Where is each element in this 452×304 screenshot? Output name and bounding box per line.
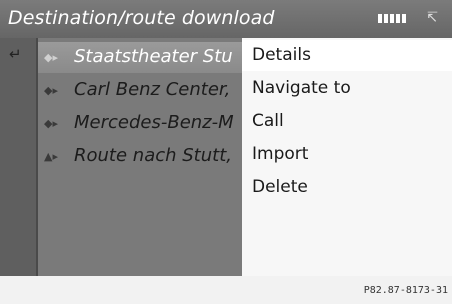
destination-icon: ◆▸	[44, 84, 58, 97]
list-item-label: Staatstheater Stu	[74, 46, 233, 67]
screen-frame: Destination/route download ↸ ↵ ◆▸ Staats…	[0, 0, 452, 276]
phone-status-icon: ↸	[426, 10, 438, 26]
menu-item-label: Details	[252, 45, 311, 65]
title-bar: Destination/route download ↸	[0, 0, 452, 38]
list-item[interactable]: ◆▸ Staatstheater Stu	[38, 42, 242, 73]
menu-item-details[interactable]: Details	[242, 40, 452, 71]
back-icon[interactable]: ↵	[9, 45, 22, 63]
footer: P82.87-8173-31	[0, 276, 452, 304]
destination-icon: ◆▸	[44, 51, 58, 64]
reference-code: P82.87-8173-31	[363, 285, 448, 296]
list-item[interactable]: ◆▸ Mercedes-Benz-M	[38, 108, 242, 139]
options-menu: Details Navigate to Call Import Delete	[242, 38, 452, 276]
route-icon: ▲▸	[44, 150, 58, 163]
destination-list: ◆▸ Staatstheater Stu ◆▸ Carl Benz Center…	[38, 38, 242, 276]
menu-item-label: Delete	[252, 177, 308, 197]
menu-item-delete[interactable]: Delete	[242, 172, 452, 203]
menu-item-import[interactable]: Import	[242, 139, 452, 170]
menu-item-label: Navigate to	[252, 78, 351, 98]
menu-item-navigate-to[interactable]: Navigate to	[242, 73, 452, 104]
list-item[interactable]: ▲▸ Route nach Stutt,	[38, 141, 242, 172]
list-item-label: Mercedes-Benz-M	[74, 112, 234, 133]
menu-item-call[interactable]: Call	[242, 106, 452, 137]
page-title: Destination/route download	[8, 7, 275, 29]
list-item-label: Carl Benz Center,	[74, 79, 231, 100]
back-column: ↵	[0, 38, 38, 276]
destination-icon: ◆▸	[44, 117, 58, 130]
signal-strength-icon	[378, 14, 406, 23]
menu-item-label: Import	[252, 144, 309, 164]
menu-item-label: Call	[252, 111, 284, 131]
list-item[interactable]: ◆▸ Carl Benz Center,	[38, 75, 242, 106]
list-item-label: Route nach Stutt,	[74, 145, 232, 166]
